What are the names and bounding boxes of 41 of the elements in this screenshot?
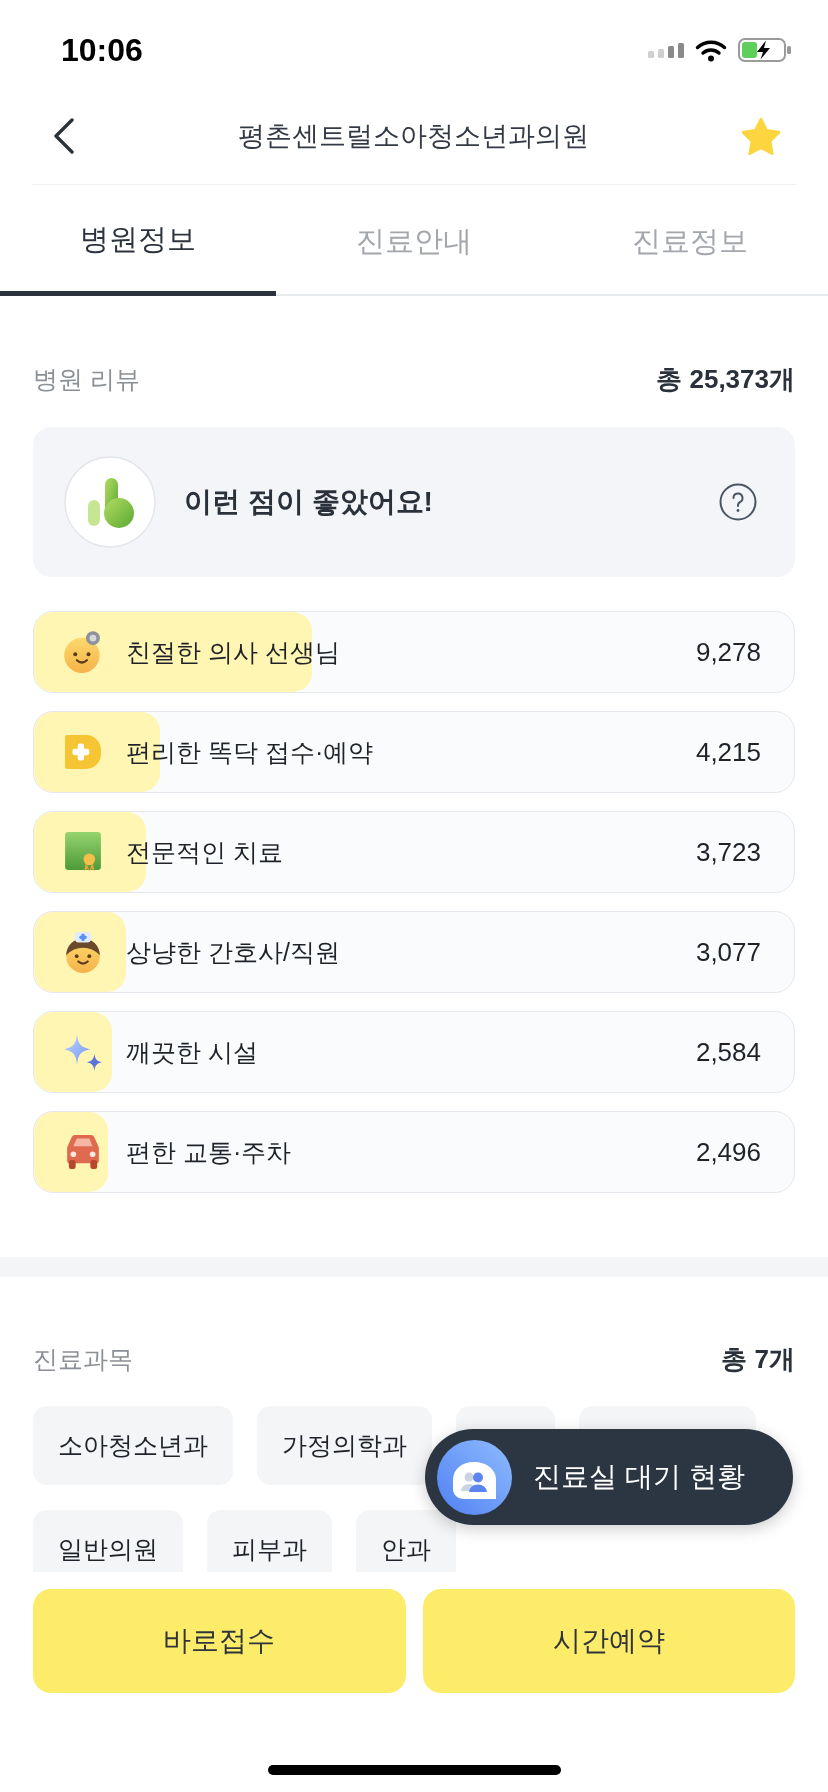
face-with-head-mirror-icon [64,631,102,673]
department-chip: 소아청소년과 [33,1406,233,1485]
thumbs-up-icon [64,456,156,548]
action-button[interactable]: 시간예약 [422,1589,795,1693]
review-label: 깨끗한 시설 [126,1037,259,1068]
highlight-text: 이런 점이 좋았어요! [184,485,434,519]
status-time: 10:06 [61,32,143,68]
review-label: 편리한 똑닥 접수·예약 [126,737,375,768]
review-count: 2,584 [695,1036,761,1069]
department-chip: 안과 [356,1510,456,1572]
section-title: 병원 리뷰 [33,364,140,395]
department-total: 총 7개 [721,1343,795,1376]
review-label: 친절한 의사 선생님 [126,637,341,668]
department-chip: 가정의학과 [257,1406,432,1485]
review-label: 편한 교통·주차 [126,1137,293,1168]
back-icon[interactable] [53,118,75,154]
section-title: 진료과목 [33,1344,133,1375]
department-chip: 피부과 [207,1510,332,1572]
department-chip: 일반의원 [33,1510,183,1572]
help-icon[interactable] [719,483,757,521]
review-count: 3,723 [695,836,761,869]
cross-tile-icon [65,735,101,769]
nurse-face-icon [65,931,101,973]
tab[interactable]: 병원정보 [0,185,276,296]
wifi-icon [695,38,727,62]
people-icon [437,1439,512,1515]
review-count: 4,215 [695,736,761,769]
review-count: 2,496 [695,1136,761,1169]
car-icon [67,1135,99,1169]
star-icon[interactable] [742,117,780,155]
action-button[interactable]: 바로접수 [33,1589,406,1693]
signal-icon [648,42,684,58]
review-label: 상냥한 간호사/직원 [126,937,341,968]
review-label: 전문적인 치료 [126,837,284,868]
review-count: 9,278 [695,636,761,669]
battery-charging-icon [738,38,791,62]
review-count: 3,077 [695,936,761,969]
waiting-status-button[interactable]: 진료실 대기 현황 [425,1429,793,1525]
review-total: 총 25,373개 [656,363,795,396]
header-title: 평촌센트럴소아청소년과의원 [238,120,589,153]
certificate-icon [65,832,101,872]
